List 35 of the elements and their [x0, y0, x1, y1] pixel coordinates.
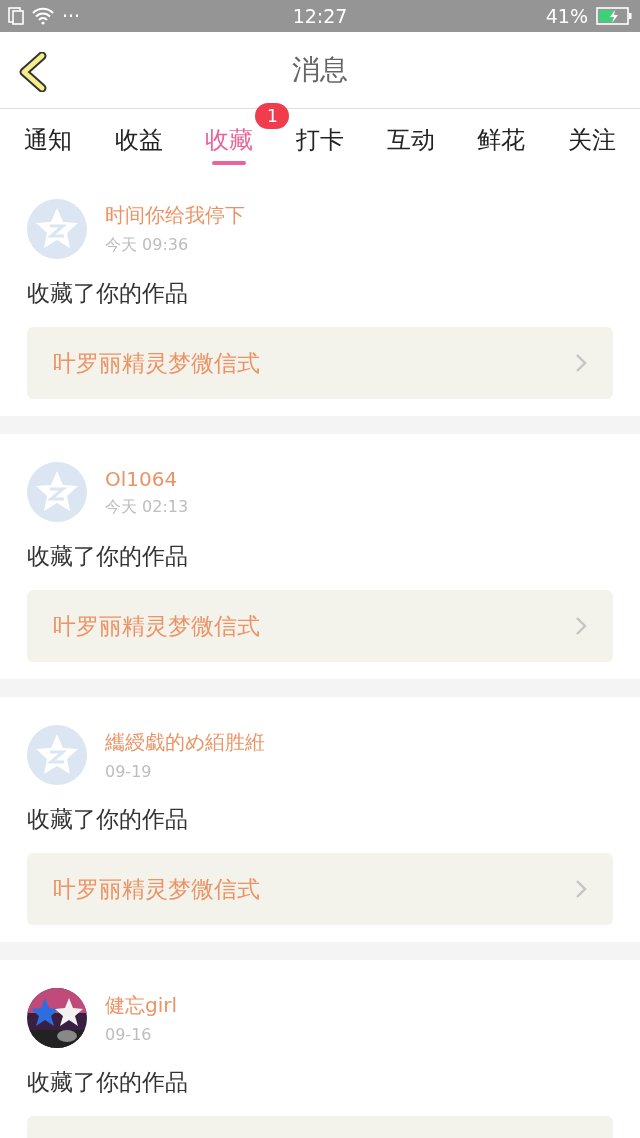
user-name[interactable]: 健忘girl: [105, 992, 178, 1019]
work-link[interactable]: 叶罗丽精灵梦微信式: [27, 327, 613, 399]
user-name[interactable]: 纗綬戱的め絔胜絍: [105, 729, 265, 756]
tab[interactable]: 通知: [24, 109, 72, 171]
count-badge: 1: [255, 103, 290, 129]
message-time: 今天 02:13: [105, 496, 189, 518]
message-text: 收藏了你的作品: [27, 542, 189, 570]
message-time: 09-16: [105, 1025, 153, 1044]
default-avatar-icon: [27, 725, 87, 785]
work-link[interactable]: 叶罗丽精灵梦微信式: [27, 590, 613, 662]
clock: 12:27: [292, 5, 348, 27]
tab[interactable]: 打卡: [295, 109, 344, 171]
wifi-icon: [32, 7, 54, 25]
tab[interactable]: 互动: [386, 109, 435, 171]
message-time: 09-19: [105, 762, 153, 781]
chevron-right-icon: [575, 616, 587, 636]
page-title: 消息: [292, 52, 348, 88]
message-text: 收藏了你的作品: [27, 279, 189, 307]
message-text: 收藏了你的作品: [27, 1068, 189, 1096]
user-name[interactable]: 时间你给我停下: [105, 202, 245, 229]
tab[interactable]: 收藏: [205, 109, 254, 171]
chevron-right-icon: [575, 879, 587, 899]
user-name[interactable]: Ol1064: [105, 466, 189, 491]
default-avatar-icon: [27, 199, 87, 259]
message-text: 收藏了你的作品: [27, 805, 189, 833]
tab[interactable]: 关注: [567, 109, 616, 171]
tab[interactable]: 鲜花: [477, 109, 526, 171]
tab[interactable]: 收益: [114, 109, 163, 171]
chevron-right-icon: [575, 353, 587, 373]
message-time: 今天 09:36: [105, 235, 190, 256]
work-link[interactable]: 叶罗丽精灵梦微信式: [27, 853, 613, 925]
default-avatar-icon: [27, 462, 87, 522]
battery-percent: 41%: [545, 5, 588, 27]
battery-charging-icon: [596, 7, 632, 25]
more-dots: ···: [62, 5, 81, 27]
